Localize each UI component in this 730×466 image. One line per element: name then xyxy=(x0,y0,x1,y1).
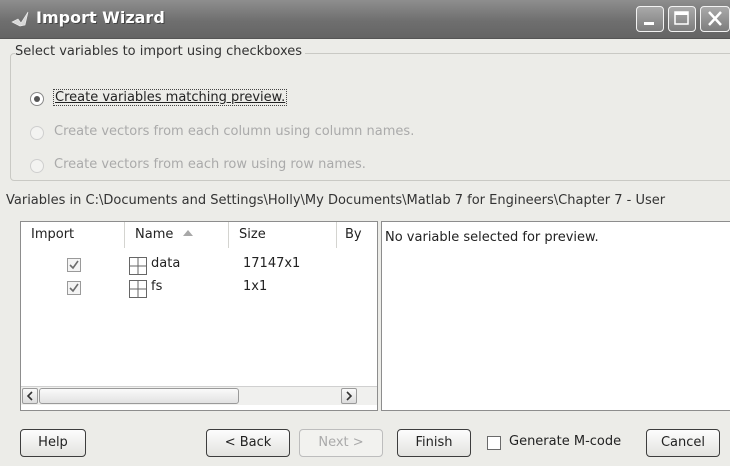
generate-mcode-checkbox[interactable] xyxy=(487,436,501,450)
radio-label: Create variables matching preview. xyxy=(52,89,288,106)
grid-icon xyxy=(129,280,147,298)
scroll-right-button[interactable] xyxy=(341,388,357,404)
sort-ascending-icon xyxy=(182,230,193,236)
import-checkbox[interactable] xyxy=(67,281,81,295)
minimize-icon xyxy=(644,22,654,25)
checkmark-icon xyxy=(69,260,79,270)
column-header-label: Import xyxy=(31,227,75,242)
radio-label: Create vectors from each row using row n… xyxy=(54,157,366,172)
import-checkbox[interactable] xyxy=(67,258,81,272)
checkmark-icon xyxy=(69,283,79,293)
column-header-import[interactable]: Import xyxy=(21,222,125,248)
chevron-right-icon xyxy=(346,391,353,401)
back-button[interactable]: < Back xyxy=(206,429,290,457)
variable-name: fs xyxy=(151,279,163,294)
radio-button-disabled xyxy=(30,159,44,173)
help-button[interactable]: Help xyxy=(20,429,86,457)
radio-button-disabled xyxy=(30,126,44,140)
minimize-button[interactable] xyxy=(636,6,664,32)
window-title: Import Wizard xyxy=(36,8,165,27)
finish-button[interactable]: Finish xyxy=(397,429,471,457)
close-icon xyxy=(708,11,722,26)
preview-pane: No variable selected for preview. xyxy=(381,221,730,411)
generate-mcode-label: Generate M-code xyxy=(509,434,622,449)
title-bar: Import Wizard xyxy=(0,0,730,39)
matlab-icon xyxy=(11,11,29,27)
grid-icon xyxy=(129,257,147,275)
radio-button-selected[interactable] xyxy=(30,92,44,106)
next-button: Next > xyxy=(299,429,383,457)
variable-size: 1x1 xyxy=(243,279,268,294)
table-row[interactable]: fs 1x1 xyxy=(21,279,377,299)
maximize-button[interactable] xyxy=(668,6,696,32)
table-header: Import Name Size By xyxy=(21,222,377,248)
variables-path-label: Variables in C:\Documents and Settings\H… xyxy=(6,193,666,208)
column-header-name[interactable]: Name xyxy=(125,222,229,248)
chevron-left-icon xyxy=(26,391,33,401)
table-row[interactable]: data 17147x1 xyxy=(21,256,377,276)
column-header-label: Name xyxy=(135,227,174,242)
cancel-button[interactable]: Cancel xyxy=(646,429,720,457)
column-header-label: Size xyxy=(239,227,266,242)
maximize-icon xyxy=(674,11,689,25)
column-header-bytes[interactable]: By xyxy=(337,222,377,248)
variables-table: Import Name Size By data 17147x1 fs 1x1 xyxy=(20,221,378,411)
group-legend: Select variables to import using checkbo… xyxy=(15,44,306,59)
column-header-label: By xyxy=(345,227,362,242)
scroll-left-button[interactable] xyxy=(22,388,38,404)
variable-name: data xyxy=(151,256,181,271)
radio-label: Create vectors from each column using co… xyxy=(54,124,415,139)
scrollbar-thumb[interactable] xyxy=(39,388,239,404)
preview-message: No variable selected for preview. xyxy=(385,230,599,245)
column-header-size[interactable]: Size xyxy=(229,222,337,248)
horizontal-scrollbar[interactable] xyxy=(21,386,377,405)
close-button[interactable] xyxy=(700,6,730,32)
variable-size: 17147x1 xyxy=(243,256,301,271)
